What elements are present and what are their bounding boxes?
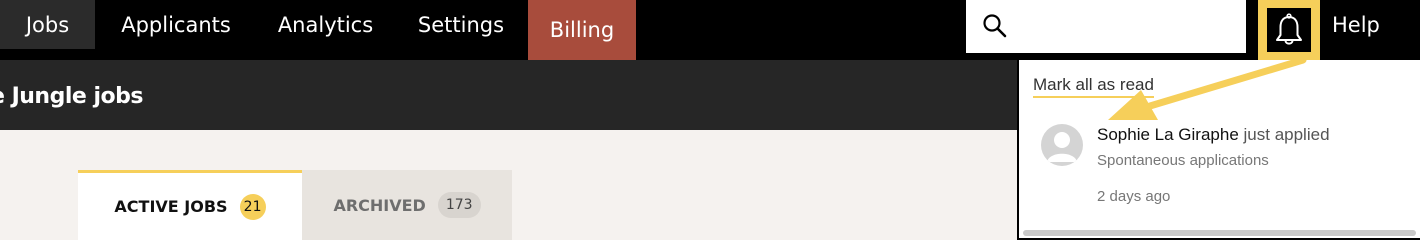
nav-jobs[interactable]: Jobs [0, 0, 95, 49]
notification-title: Sophie La Giraphe just applied [1097, 125, 1330, 145]
count-badge: 21 [239, 193, 266, 220]
applicant-name: Sophie La Giraphe [1097, 125, 1239, 144]
nav-applicants[interactable]: Applicants [95, 0, 257, 49]
notification-subtitle: Spontaneous applications [1097, 152, 1269, 169]
tab-label: ARCHIVED [333, 195, 426, 215]
top-navigation-bar: Jobs Applicants Analytics Settings Billi… [0, 0, 1420, 60]
notification-time: 2 days ago [1097, 188, 1171, 205]
nav-help[interactable]: Help [1320, 0, 1420, 49]
page-title: e Jungle jobs [0, 84, 143, 109]
tab-archived[interactable]: ARCHIVED 173 [302, 170, 512, 240]
horizontal-scrollbar[interactable] [1023, 230, 1416, 236]
nav-analytics[interactable]: Analytics [257, 0, 394, 49]
notification-action: just applied [1243, 125, 1330, 144]
tab-label: ACTIVE JOBS [114, 197, 228, 216]
nav-billing[interactable]: Billing [528, 0, 636, 60]
bell-icon [1267, 8, 1311, 52]
notification-item[interactable]: Sophie La Giraphe just applied Spontaneo… [1019, 115, 1420, 225]
mark-all-read-link[interactable]: Mark all as read [1033, 75, 1154, 98]
tab-active-jobs[interactable]: ACTIVE JOBS 21 [78, 170, 302, 240]
notifications-dropdown: Mark all as read Sophie La Giraphe just … [1017, 60, 1420, 240]
avatar-icon [1041, 124, 1083, 166]
search-input[interactable] [966, 0, 1246, 53]
search-icon [982, 13, 1008, 39]
nav-settings[interactable]: Settings [394, 0, 528, 49]
count-badge: 173 [437, 192, 481, 218]
notifications-button[interactable] [1258, 0, 1320, 60]
